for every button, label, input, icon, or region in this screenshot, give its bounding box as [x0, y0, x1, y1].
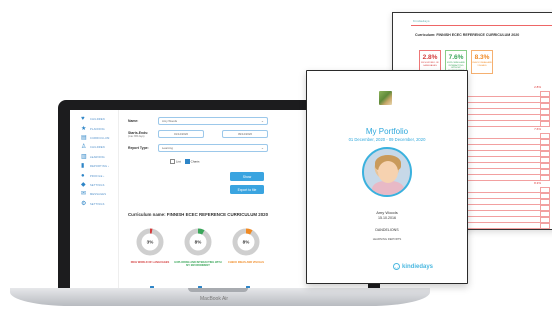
report-type-row: Report Type: Learning ⌄ — [128, 144, 268, 152]
file-icon: ▤ — [81, 134, 87, 141]
chevron-down-icon: ⌄ — [260, 146, 264, 150]
sidebar-item[interactable]: ⚙ Settings — [70, 200, 118, 209]
donut-label: RICH WORLD OF LANGUAGES — [130, 261, 170, 264]
portfolio-title: My Portfolio — [365, 127, 409, 136]
donut-label: EXPLORING AND INTERACTING WITH MY ENVIRO… — [174, 261, 222, 268]
view-options: List Charts — [170, 159, 200, 164]
stat-label: RICH WORLD OF LANGUAGES — [421, 62, 439, 67]
mail-icon: ✉ — [81, 191, 87, 198]
name-row: Name: Amy Woods ⌄ — [128, 117, 268, 125]
laptop-label: MacBook Air — [200, 296, 229, 302]
portfolio-cover: My Portfolio 01 December, 2020 - 09 Dece… — [306, 70, 468, 284]
donut-chart: 8% EXPLORING AND INTERACTING WITH MY ENVI… — [174, 226, 222, 267]
sidebar-item[interactable]: ▤ Curriculum — [70, 134, 118, 143]
kindiedays-logo: ◡ kindiedays — [393, 263, 434, 270]
sidebar-item[interactable]: ● Profile › — [70, 171, 118, 180]
end-date-input[interactable]: 09/12/2020 — [222, 130, 268, 138]
stat-box-visuals: 8.3% CHECK IDEAS AND VISUALS — [471, 50, 493, 74]
user-icon: ● — [81, 172, 85, 179]
list-checkbox[interactable]: List — [170, 159, 181, 164]
stat-value: 2.8% — [422, 54, 438, 61]
stat-value: 7.6% — [448, 54, 464, 61]
report-curriculum-title: Curriculum: FINNISH ECEC REFERENCE CURRI… — [415, 33, 520, 37]
group-name: DANDELIONS — [375, 228, 399, 232]
sidebar-item-label: Children — [90, 118, 105, 122]
starts-label: Starts-Ends: (max 365 days) — [128, 131, 158, 138]
report-type-label: Report Type: — [128, 146, 149, 150]
sidebar-item-label: Reporting › — [90, 165, 110, 169]
donut-value: 3% — [147, 240, 154, 245]
child-dob: 15.10.2016 — [378, 216, 396, 220]
sidebar-item-label: Learning — [90, 155, 105, 159]
sidebar-item[interactable]: ♙ Children — [70, 143, 118, 152]
header-divider — [411, 25, 552, 26]
child-name: Amy Woods — [376, 210, 398, 215]
report-type: LEARNING REPORTS — [372, 237, 402, 241]
sidebar: ♥ Children ★ Planning ▤ Curriculum ♙ Children ▥ L… — [70, 110, 119, 293]
sidebar-item[interactable]: ◆ Settings — [70, 181, 118, 190]
sidebar-item[interactable]: ✉ Messages — [70, 190, 118, 199]
sidebar-item[interactable]: ★ Planning — [70, 124, 118, 133]
sidebar-item[interactable]: ▥ Learning — [70, 153, 118, 162]
charts-checkbox[interactable]: Charts — [184, 159, 200, 164]
heart-icon: ♥ — [81, 116, 85, 123]
sidebar-item[interactable]: ♥ Children — [70, 115, 118, 124]
sidebar-item-label: Children — [90, 146, 105, 150]
sidebar-item[interactable]: ▮ Reporting › — [70, 162, 118, 171]
donut-value: 8% — [243, 240, 250, 245]
donut-ring: 8% — [184, 228, 212, 256]
sidebar-item-label: Settings — [90, 202, 105, 206]
school-logo — [379, 91, 392, 105]
report-type-value: Learning — [162, 146, 173, 150]
donut-value: 8% — [195, 240, 202, 245]
sidebar-item-label: Profile › — [90, 174, 105, 178]
portfolio-dates: 01 December, 2020 - 09 December, 2020 — [348, 137, 426, 142]
stat-label: CHECK IDEAS AND VISUALS — [472, 62, 492, 67]
donut-ring: 8% — [232, 228, 260, 256]
kindiedays-icon: ◡ — [393, 263, 400, 270]
donut-ring: 3% — [136, 228, 164, 256]
report-header: Kindiedays — [413, 19, 430, 23]
stat-value: 8.3% — [474, 54, 490, 61]
name-label: Name: — [128, 119, 139, 123]
name-select[interactable]: Amy Woods ⌄ — [158, 117, 268, 125]
report-type-select[interactable]: Learning ⌄ — [158, 144, 268, 152]
sidebar-item-label: Curriculum — [90, 136, 110, 140]
child-photo — [362, 147, 412, 197]
start-date-input[interactable]: 01/12/2020 — [158, 130, 204, 138]
donut-label: CHECK IDEAS AND VISUALS — [227, 261, 265, 264]
star-icon: ★ — [81, 125, 87, 132]
donut-chart: 3% RICH WORLD OF LANGUAGES — [126, 226, 174, 264]
sidebar-item-label: Settings — [90, 183, 105, 187]
show-button[interactable]: Show — [230, 172, 264, 181]
chevron-down-icon: ⌄ — [260, 119, 264, 123]
sidebar-item-label: Messages — [90, 193, 107, 197]
person-icon: ♙ — [81, 144, 87, 151]
name-value: Amy Woods — [162, 119, 178, 123]
chart-icon: ▮ — [81, 163, 85, 170]
starts-sublabel: (max 365 days) — [128, 134, 145, 138]
sidebar-item-label: Planning — [90, 127, 105, 131]
curriculum-name: Curriculum name: FINNISH ECEC REFERENCE … — [128, 212, 269, 217]
book-icon: ▥ — [81, 153, 87, 160]
dates-row: Starts-Ends: (max 365 days) 01/12/2020 09… — [128, 130, 268, 138]
export-button[interactable]: Export to file — [230, 185, 264, 194]
donut-chart: 8% CHECK IDEAS AND VISUALS — [222, 226, 270, 264]
gear-icon: ◆ — [81, 181, 86, 188]
settings-icon: ⚙ — [81, 200, 87, 207]
